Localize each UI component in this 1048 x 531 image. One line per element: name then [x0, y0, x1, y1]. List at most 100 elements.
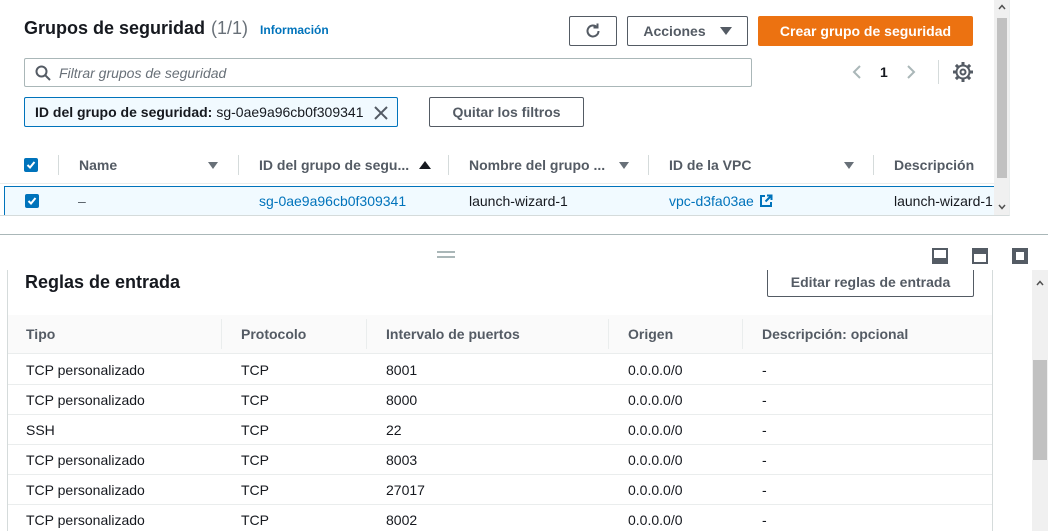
table-row: TCP personalizado TCP 8003 0.0.0.0/0 -	[8, 445, 992, 475]
column-header-protocol: Protocolo	[241, 326, 307, 342]
checkbox-checked	[24, 158, 38, 172]
cell-port: 22	[386, 422, 402, 438]
scroll-up-icon[interactable]	[1036, 280, 1044, 286]
column-separator	[366, 319, 367, 349]
column-label: ID del grupo de segu...	[259, 157, 410, 173]
sort-ascending-icon	[419, 161, 431, 169]
cell-vpc-id-link[interactable]: vpc-d3fa03ae	[669, 187, 773, 215]
scrollbar[interactable]	[994, 0, 1009, 215]
cell-description: -	[762, 512, 767, 528]
column-separator	[58, 155, 59, 175]
column-label: Descripción	[894, 157, 975, 173]
scrollbar-thumb[interactable]	[1033, 360, 1047, 460]
column-header-name[interactable]: Name	[79, 146, 219, 184]
cell-protocol: TCP	[241, 392, 269, 408]
cell-source: 0.0.0.0/0	[628, 512, 683, 528]
security-groups-panel: Grupos de seguridad (1/1) Información Ac…	[0, 0, 1010, 216]
cell-type: TCP personalizado	[26, 482, 145, 498]
scrollbar-thumb[interactable]	[997, 18, 1007, 178]
cell-type: TCP personalizado	[26, 452, 145, 468]
scroll-down-icon[interactable]	[998, 204, 1006, 210]
cell-protocol: TCP	[241, 362, 269, 378]
column-header-description[interactable]: Descripción	[894, 146, 974, 184]
column-header-group-name[interactable]: Nombre del grupo ...	[469, 146, 631, 184]
search-input[interactable]	[59, 64, 739, 81]
scroll-up-icon[interactable]	[998, 4, 1006, 10]
actions-dropdown[interactable]: Acciones	[627, 16, 748, 46]
cell-name: –	[78, 193, 86, 209]
pagination: 1	[848, 60, 920, 84]
cell-port: 8002	[386, 512, 418, 528]
cell-source: 0.0.0.0/0	[628, 392, 683, 408]
column-separator	[221, 319, 222, 349]
table-row: TCP personalizado TCP 8000 0.0.0.0/0 -	[8, 385, 992, 415]
cell-protocol: TCP	[241, 482, 269, 498]
cell-description: -	[762, 422, 767, 438]
filter-token-key: ID del grupo de seguridad:	[35, 104, 213, 120]
cell-source: 0.0.0.0/0	[628, 482, 683, 498]
vpc-id-text: vpc-d3fa03ae	[669, 193, 754, 209]
layout-full-icon[interactable]	[1012, 248, 1028, 264]
cell-protocol: TCP	[241, 512, 269, 528]
filter-token-value: sg-0ae9a96cb0f309341	[216, 104, 364, 120]
column-header-vpc-id[interactable]: ID de la VPC	[669, 146, 855, 184]
page-title: Grupos de seguridad	[24, 18, 206, 38]
cell-protocol: TCP	[241, 452, 269, 468]
column-separator	[608, 319, 609, 349]
cell-group-id-link[interactable]: sg-0ae9a96cb0f309341	[259, 187, 406, 215]
info-link[interactable]: Información	[260, 23, 329, 37]
column-separator	[742, 319, 743, 349]
next-page-icon[interactable]	[902, 60, 920, 84]
cell-group-name: launch-wizard-1	[469, 193, 568, 209]
create-security-group-button[interactable]: Crear grupo de seguridad	[758, 16, 973, 46]
actions-label: Acciones	[643, 23, 706, 39]
row-checkbox[interactable]	[25, 187, 39, 215]
layout-split-icon[interactable]	[972, 248, 988, 264]
sort-icon	[619, 161, 629, 169]
column-label: Name	[79, 157, 118, 173]
prev-page-icon[interactable]	[848, 60, 866, 84]
cell-description: launch-wizard-1	[894, 193, 993, 209]
refresh-icon	[586, 23, 600, 38]
select-all-checkbox[interactable]	[24, 146, 38, 184]
cell-type: SSH	[26, 422, 55, 438]
external-link-icon	[759, 194, 773, 207]
edit-inbound-rules-button[interactable]: Editar reglas de entrada	[767, 270, 974, 297]
panel-header: Grupos de seguridad (1/1) Información	[24, 18, 329, 46]
column-header-description: Descripción: opcional	[762, 326, 909, 342]
checkbox-checked	[25, 194, 39, 208]
table-row: TCP personalizado TCP 8002 0.0.0.0/0 -	[8, 505, 992, 531]
cell-description: -	[762, 362, 767, 378]
search-icon	[35, 65, 51, 81]
page-number[interactable]: 1	[880, 64, 888, 80]
close-icon[interactable]	[371, 103, 391, 123]
column-label: Nombre del grupo ...	[469, 157, 606, 173]
panel-splitter[interactable]	[0, 234, 1048, 270]
column-header-port-range: Intervalo de puertos	[386, 326, 520, 342]
sort-icon	[844, 161, 854, 169]
cell-description: -	[762, 482, 767, 498]
pager-divider	[938, 60, 939, 84]
result-count: (1/1)	[211, 18, 249, 38]
cell-port: 8000	[386, 392, 418, 408]
drag-handle-icon[interactable]	[437, 251, 455, 261]
scrollbar[interactable]	[1032, 270, 1048, 531]
sort-icon	[208, 161, 218, 169]
layout-bottom-icon[interactable]	[932, 248, 948, 264]
cell-port: 8003	[386, 452, 418, 468]
column-header-group-id[interactable]: ID del grupo de segu...	[259, 146, 431, 184]
inbound-rules-panel: Reglas de entrada Editar reglas de entra…	[7, 270, 993, 531]
table-row[interactable]: – sg-0ae9a96cb0f309341 launch-wizard-1 v…	[4, 186, 1006, 215]
cell-source: 0.0.0.0/0	[628, 422, 683, 438]
table-row: TCP personalizado TCP 27017 0.0.0.0/0 -	[8, 475, 992, 505]
column-header-source: Origen	[628, 326, 674, 342]
section-title: Reglas de entrada	[25, 272, 181, 292]
clear-filters-button[interactable]: Quitar los filtros	[429, 97, 584, 127]
gear-icon[interactable]	[952, 61, 974, 83]
filter-token: ID del grupo de seguridad: sg-0ae9a96cb0…	[24, 97, 398, 127]
table-row: TCP personalizado TCP 8001 0.0.0.0/0 -	[8, 355, 992, 385]
column-separator	[648, 155, 649, 175]
search-field[interactable]	[24, 58, 752, 87]
refresh-button[interactable]	[569, 16, 617, 46]
column-header-type: Tipo	[26, 326, 56, 342]
